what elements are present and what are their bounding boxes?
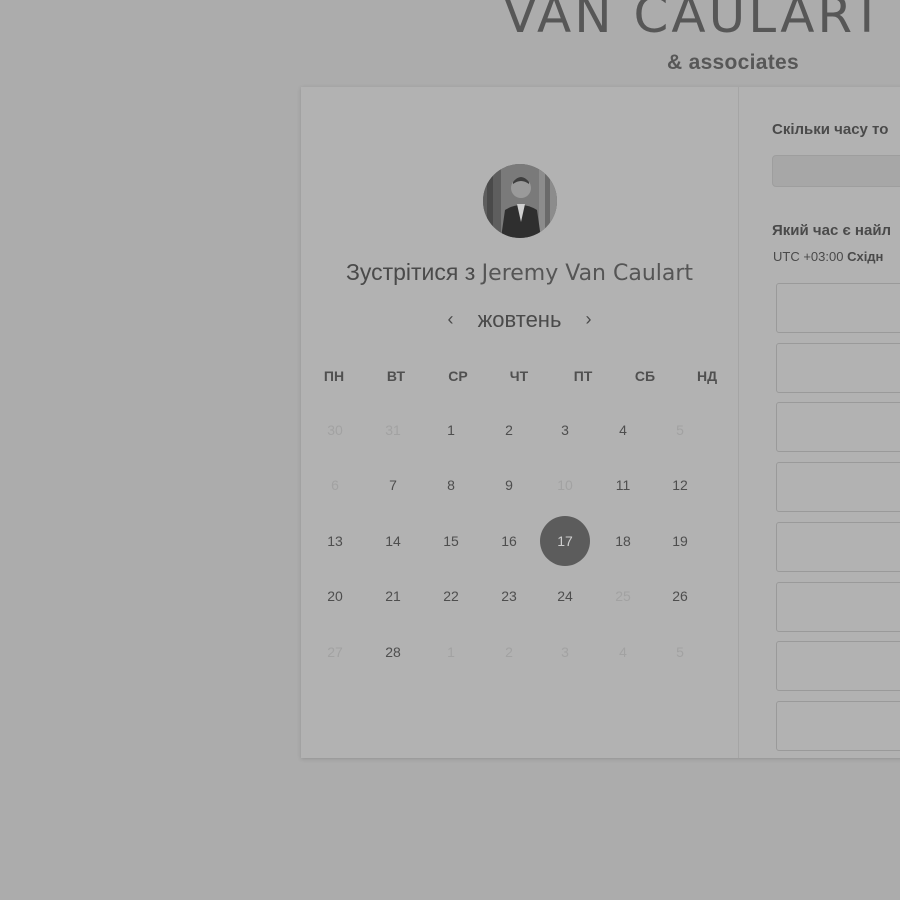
calendar-day[interactable]: 12: [655, 460, 705, 510]
weekday-1: ВТ: [386, 368, 406, 384]
calendar-day[interactable]: 8: [426, 460, 476, 510]
weekday-2: СР: [448, 368, 468, 384]
host-photo: [483, 164, 557, 238]
calendar-day[interactable]: 15: [426, 516, 476, 566]
calendar-day[interactable]: 26: [655, 571, 705, 621]
weekday-0: ПН: [323, 368, 345, 384]
duration-select[interactable]: [772, 155, 900, 187]
calendar-panel: Зустрітися з Jeremy Van Caulart ‹ жовтен…: [301, 87, 739, 758]
weekday-4: ПТ: [573, 368, 593, 384]
time-slot[interactable]: [776, 343, 900, 393]
calendar-day[interactable]: 28: [368, 627, 418, 677]
time-slot[interactable]: [776, 462, 900, 512]
calendar-day: 1: [447, 644, 455, 660]
calendar-day[interactable]: 7: [368, 460, 418, 510]
calendar-day: 6: [331, 477, 339, 493]
calendar-day[interactable]: 18: [598, 516, 648, 566]
timezone-name: Східн: [847, 249, 884, 264]
calendar-day[interactable]: 14: [368, 516, 418, 566]
calendar-day[interactable]: 3: [540, 405, 590, 455]
page: VAN CAULART & associates Зустрітися з Je…: [0, 0, 900, 900]
calendar-day[interactable]: 16: [484, 516, 534, 566]
time-slot[interactable]: [776, 701, 900, 751]
timezone-line[interactable]: UTC +03:00 Східн: [773, 249, 883, 264]
weekday-header: ПН ВТ СР ЧТ ПТ СБ НД: [301, 368, 738, 388]
meeting-title: Зустрітися з Jeremy Van Caulart: [301, 259, 738, 286]
calendar-day: 4: [619, 644, 627, 660]
time-slot[interactable]: [776, 283, 900, 333]
month-label: жовтень: [477, 307, 562, 332]
host-name: Jeremy Van Caulart: [481, 261, 694, 286]
timezone-offset: UTC +03:00: [773, 249, 844, 264]
host-avatar: [483, 164, 557, 238]
time-slot[interactable]: [776, 641, 900, 691]
calendar-day[interactable]: 13: [310, 516, 360, 566]
selected-day[interactable]: 17: [540, 516, 590, 566]
meeting-prefix: Зустрітися з: [345, 259, 476, 285]
calendar-day[interactable]: 9: [484, 460, 534, 510]
calendar-day[interactable]: 22: [426, 571, 476, 621]
brand-subtitle: & associates: [667, 51, 800, 74]
calendar-day: 10: [557, 477, 573, 493]
calendar-day[interactable]: 19: [655, 516, 705, 566]
weekday-5: СБ: [634, 368, 656, 384]
calendar-day[interactable]: 11: [598, 460, 648, 510]
calendar-day[interactable]: 4: [598, 405, 648, 455]
time-slot[interactable]: [776, 582, 900, 632]
next-month-button[interactable]: ›: [586, 309, 592, 330]
prev-month-button[interactable]: ‹: [447, 309, 453, 330]
time-slot[interactable]: [776, 402, 900, 452]
calendar-day[interactable]: 2: [484, 405, 534, 455]
calendar-day: 30: [327, 422, 343, 438]
calendar-day[interactable]: 24: [540, 571, 590, 621]
calendar-day[interactable]: 20: [310, 571, 360, 621]
calendar-day[interactable]: 1: [426, 405, 476, 455]
calendar-day: 25: [615, 588, 631, 604]
month-navigation: ‹ жовтень ›: [301, 307, 738, 333]
calendar-day[interactable]: 21: [368, 571, 418, 621]
duration-label: Скільки часу то: [772, 121, 889, 138]
scheduler-card: Зустрітися з Jeremy Van Caulart ‹ жовтен…: [301, 87, 900, 758]
calendar-day: 27: [327, 644, 343, 660]
booking-panel: Скільки часу то Який час є найл UTC +03:…: [739, 87, 900, 758]
calendar-day: 5: [676, 644, 684, 660]
calendar-day: 3: [561, 644, 569, 660]
calendar-day[interactable]: 23: [484, 571, 534, 621]
weekday-3: ЧТ: [509, 368, 529, 384]
brand-title: VAN CAULART: [503, 0, 886, 44]
weekday-6: НД: [696, 368, 718, 384]
calendar-day: 5: [676, 422, 684, 438]
calendar-day: 31: [385, 422, 401, 438]
time-label: Який час є найл: [772, 222, 892, 239]
calendar-day: 2: [505, 644, 513, 660]
calendar-grid: 30 31 1 2 3 4 5 6 7 8 9 10 11 12 13 14 15 16 17 18 19 20 21 22 2…: [301, 403, 738, 693]
time-slot[interactable]: [776, 522, 900, 572]
